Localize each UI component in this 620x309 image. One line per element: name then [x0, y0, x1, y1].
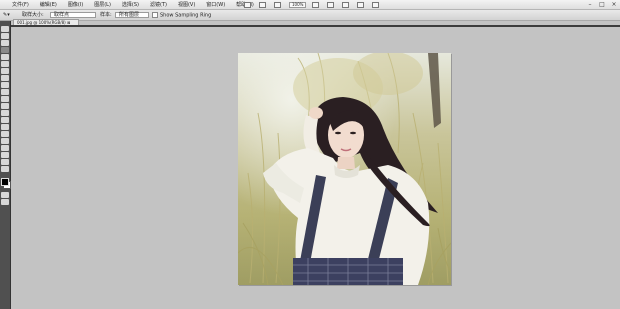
hand-tool-icon[interactable]	[1, 159, 9, 165]
screen-mode-icon[interactable]	[372, 1, 380, 8]
3d-rotate-tool-icon[interactable]	[1, 152, 9, 158]
menu-edit[interactable]: 编辑(E)	[40, 1, 57, 8]
sample-size-select[interactable]: 取样点	[50, 12, 96, 18]
minimize-icon[interactable]: –	[586, 1, 594, 8]
eyedropper-tool-preset-icon[interactable]: ✎▾	[3, 12, 10, 18]
zoom-tool-icon[interactable]	[1, 166, 9, 172]
foreground-color-swatch[interactable]	[1, 178, 9, 186]
sample-select[interactable]: 所有图层	[115, 12, 149, 18]
show-sampling-ring-label: Show Sampling Ring	[160, 12, 212, 19]
arrange-documents-icon[interactable]	[357, 1, 365, 8]
bridge-icon[interactable]	[244, 1, 251, 8]
history-brush-tool-icon[interactable]	[1, 89, 9, 95]
screen-mode-tool-icon[interactable]	[1, 199, 9, 205]
eraser-tool-icon[interactable]	[1, 96, 9, 102]
type-tool-icon[interactable]	[1, 131, 9, 137]
blur-tool-icon[interactable]	[1, 110, 9, 116]
show-sampling-ring-option[interactable]: Show Sampling Ring	[152, 12, 212, 19]
document-canvas-photo[interactable]	[238, 53, 451, 285]
menu-file[interactable]: 文件(F)	[12, 1, 29, 8]
crop-tool-icon[interactable]	[1, 54, 9, 60]
dodge-tool-icon[interactable]	[1, 117, 9, 123]
menu-view[interactable]: 视图(V)	[178, 1, 195, 8]
move-tool-icon[interactable]	[1, 26, 9, 32]
application-bar-tools: 100%	[244, 1, 387, 8]
quick-selection-tool-icon[interactable]	[1, 47, 9, 53]
sample-label: 样本:	[100, 12, 112, 18]
menu-filter[interactable]: 滤镜(T)	[150, 1, 167, 8]
view-extras-icon[interactable]	[274, 1, 281, 8]
gradient-tool-icon[interactable]	[1, 103, 9, 109]
mini-bridge-icon[interactable]	[259, 1, 266, 8]
portrait-photo-image	[238, 53, 451, 285]
pen-tool-icon[interactable]	[1, 124, 9, 130]
menu-layer[interactable]: 图层(L)	[94, 1, 111, 8]
brush-tool-icon[interactable]	[1, 75, 9, 81]
lasso-tool-icon[interactable]	[1, 40, 9, 46]
menu-window[interactable]: 窗口(W)	[206, 1, 225, 8]
eyedropper-tool-icon[interactable]	[1, 61, 9, 67]
show-sampling-ring-checkbox[interactable]	[152, 12, 158, 18]
shape-tool-icon[interactable]	[1, 145, 9, 151]
clone-stamp-tool-icon[interactable]	[1, 82, 9, 88]
menu-bar: 文件(F) 编辑(E) 图像(I) 图层(L) 选择(S) 滤镜(T) 视图(V…	[0, 0, 620, 10]
path-selection-tool-icon[interactable]	[1, 138, 9, 144]
quick-mask-icon[interactable]	[1, 192, 9, 198]
tools-panel	[0, 21, 11, 309]
maximize-icon[interactable]: □	[598, 1, 606, 8]
options-bar: ✎▾ 取样大小: 取样点 样本: 所有图层 Show Sampling Ring	[0, 10, 620, 21]
menu-image[interactable]: 图像(I)	[68, 1, 83, 8]
zoom-level-dropdown[interactable]: 100%	[289, 1, 307, 8]
marquee-tool-icon[interactable]	[1, 33, 9, 39]
close-icon[interactable]: ×	[610, 1, 618, 8]
rotate-view-icon[interactable]	[342, 1, 350, 8]
zoom-tool-icon[interactable]	[327, 1, 335, 8]
sample-size-label: 取样大小:	[22, 12, 44, 18]
menu-select[interactable]: 选择(S)	[122, 1, 139, 8]
healing-brush-tool-icon[interactable]	[1, 68, 9, 74]
hand-tool-icon[interactable]	[312, 1, 320, 8]
